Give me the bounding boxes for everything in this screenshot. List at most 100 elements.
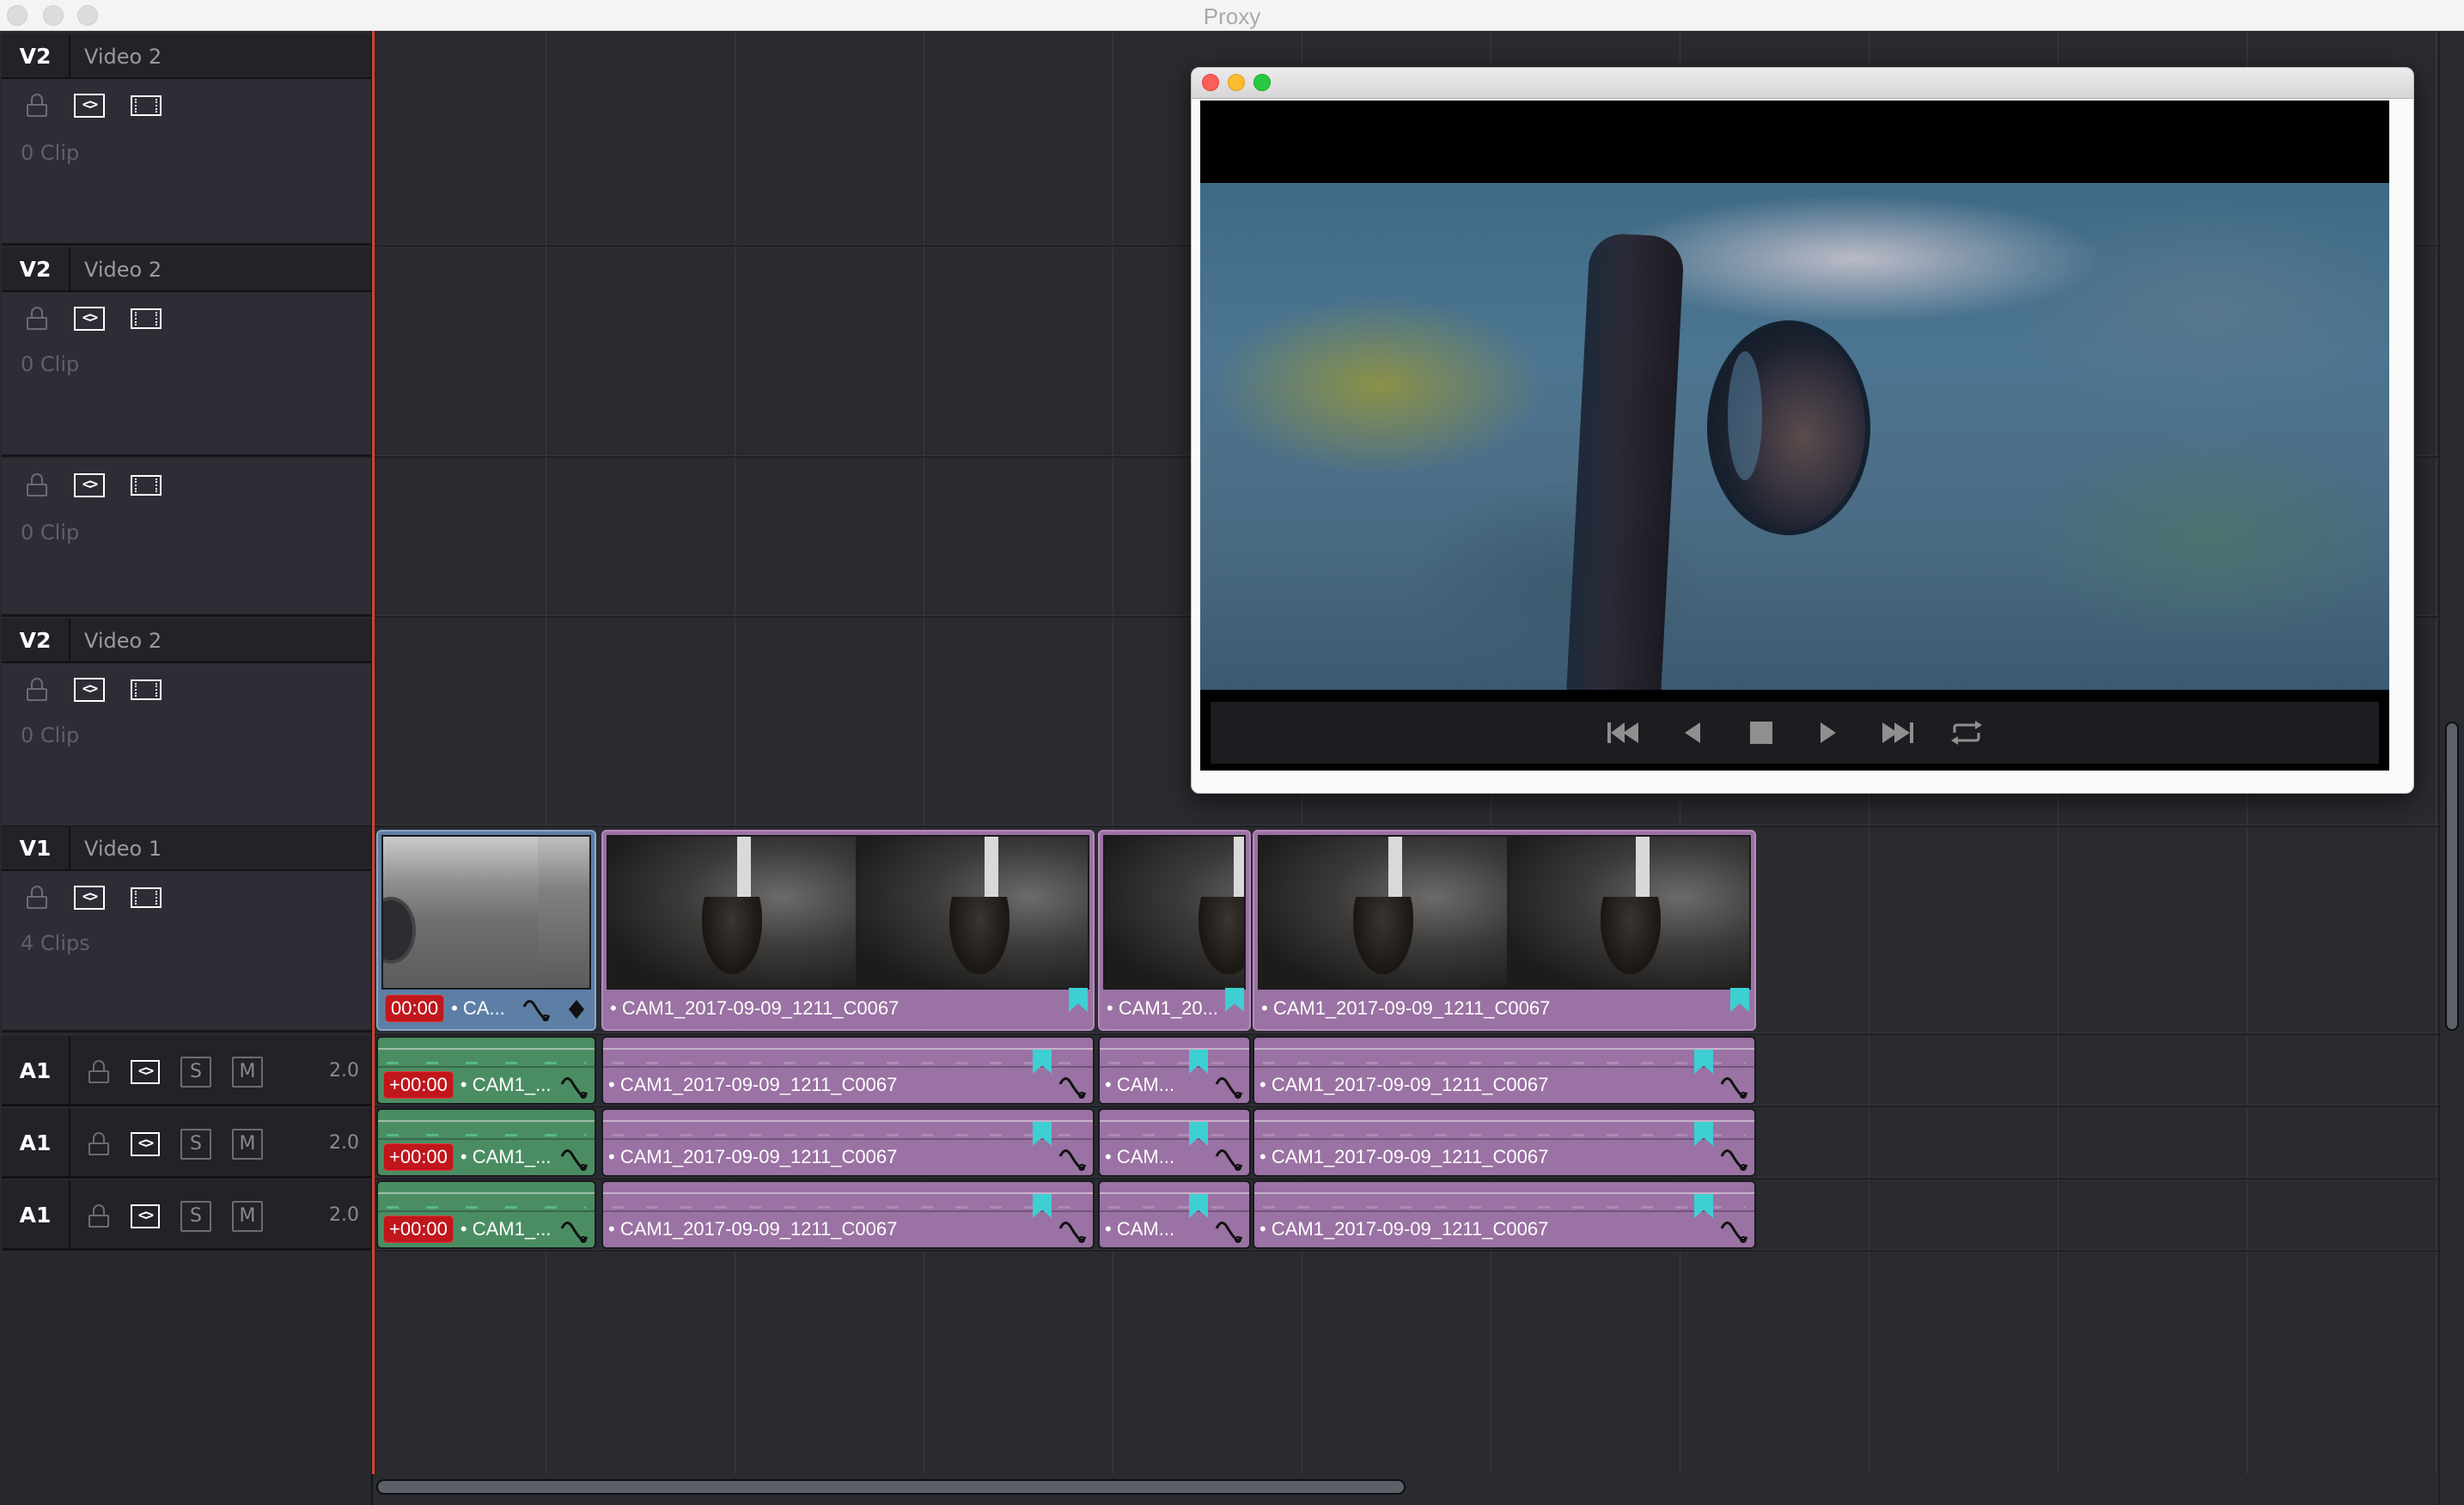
zoom-player-button[interactable] bbox=[1253, 74, 1271, 91]
skip-to-start-button[interactable] bbox=[1605, 717, 1641, 748]
curve-icon[interactable] bbox=[1720, 1074, 1749, 1100]
video-clip-3[interactable]: • CAM1_20... bbox=[1098, 830, 1251, 1031]
stop-button[interactable] bbox=[1742, 717, 1778, 748]
loop-button[interactable] bbox=[1949, 717, 1985, 748]
film-strip-icon[interactable] bbox=[131, 887, 162, 908]
video-preview-frame[interactable] bbox=[1200, 183, 2389, 690]
vertical-scrollbar[interactable] bbox=[2445, 722, 2459, 1031]
curve-icon[interactable] bbox=[1058, 1146, 1088, 1172]
mute-button[interactable]: M bbox=[232, 1129, 263, 1160]
audio-clip[interactable]: • CAM1_2017-09-09_1211_C0067 bbox=[601, 1036, 1095, 1105]
curve-icon[interactable] bbox=[1058, 1218, 1088, 1244]
timecode-badge: +00:00 bbox=[383, 1071, 454, 1099]
audio-clip[interactable]: • CAM1_2017-09-09_1211_C0067 bbox=[1253, 1180, 1756, 1249]
track-volume[interactable]: 2.0 bbox=[329, 1036, 359, 1106]
lock-icon[interactable] bbox=[88, 1060, 110, 1084]
thumbnail bbox=[538, 837, 589, 988]
audio-clip[interactable]: • CAM... bbox=[1098, 1036, 1251, 1105]
waveform bbox=[1108, 1206, 1241, 1209]
video-clip-2[interactable]: • CAM1_2017-09-09_1211_C0067 bbox=[601, 830, 1095, 1031]
skip-to-end-button[interactable] bbox=[1880, 717, 1916, 748]
curve-icon[interactable] bbox=[1720, 1218, 1749, 1244]
audio-clip[interactable]: +00:00 • CAM1_... bbox=[376, 1036, 596, 1105]
lock-icon[interactable] bbox=[88, 1132, 110, 1156]
auto-select-icon[interactable]: <> bbox=[131, 1204, 160, 1228]
waveform bbox=[1263, 1062, 1746, 1064]
lock-icon[interactable] bbox=[88, 1204, 110, 1228]
player-screen bbox=[1200, 101, 2389, 771]
curve-icon[interactable] bbox=[1215, 1074, 1244, 1100]
audio-clip[interactable]: +00:00 • CAM1_... bbox=[376, 1180, 596, 1249]
curve-icon[interactable] bbox=[522, 996, 552, 1022]
waveform bbox=[612, 1206, 1084, 1209]
curve-icon[interactable] bbox=[1215, 1218, 1244, 1244]
lock-icon[interactable] bbox=[26, 307, 48, 331]
player-title-bar[interactable] bbox=[1192, 68, 2413, 99]
track-name[interactable]: Video 2 bbox=[84, 34, 162, 79]
lock-icon[interactable] bbox=[26, 886, 48, 910]
lock-icon[interactable] bbox=[26, 678, 48, 702]
track-header-untitled[interactable]: <> 0 Clip bbox=[2, 459, 371, 617]
audio-clip[interactable]: • CAM1_2017-09-09_1211_C0067 bbox=[601, 1108, 1095, 1177]
curve-icon[interactable] bbox=[1058, 1074, 1088, 1100]
track-header-v1[interactable]: V1 Video 1 <> 4 Clips bbox=[2, 826, 371, 1033]
auto-select-icon[interactable]: <> bbox=[131, 1060, 160, 1084]
track-volume[interactable]: 2.0 bbox=[329, 1108, 359, 1179]
minimize-player-button[interactable] bbox=[1228, 74, 1245, 91]
horizontal-scrollbar[interactable] bbox=[376, 1479, 1406, 1495]
play-icon bbox=[1821, 722, 1836, 743]
preview-player-window[interactable] bbox=[1191, 67, 2414, 794]
mute-button[interactable]: M bbox=[232, 1201, 263, 1232]
auto-select-icon[interactable]: <> bbox=[74, 94, 105, 118]
film-strip-icon[interactable] bbox=[131, 308, 162, 329]
skip-forward-icon bbox=[1882, 722, 1913, 743]
auto-select-icon[interactable]: <> bbox=[74, 678, 105, 702]
audio-clip[interactable]: • CAM... bbox=[1098, 1108, 1251, 1177]
step-back-button[interactable] bbox=[1674, 717, 1710, 748]
track-header-v2-2[interactable]: V2 Video 2 <> 0 Clip bbox=[2, 247, 371, 457]
audio-clip[interactable]: +00:00 • CAM1_... bbox=[376, 1108, 596, 1177]
video-clip-4[interactable]: • CAM1_2017-09-09_1211_C0067 bbox=[1253, 830, 1756, 1031]
timecode-badge: +00:00 bbox=[383, 1143, 454, 1171]
auto-select-icon[interactable]: <> bbox=[131, 1132, 160, 1156]
audio-clip[interactable]: • CAM1_2017-09-09_1211_C0067 bbox=[1253, 1036, 1756, 1105]
curve-icon[interactable] bbox=[1215, 1146, 1244, 1172]
film-strip-icon[interactable] bbox=[131, 95, 162, 116]
auto-select-icon[interactable]: <> bbox=[74, 886, 105, 910]
film-strip-icon[interactable] bbox=[131, 679, 162, 700]
curve-icon[interactable] bbox=[560, 1218, 589, 1244]
track-header-v2-3[interactable]: V2 Video 2 <> 0 Clip bbox=[2, 618, 371, 828]
track-name[interactable]: Video 2 bbox=[84, 247, 162, 292]
lock-icon[interactable] bbox=[26, 473, 48, 497]
thumbnail bbox=[856, 837, 1088, 988]
solo-button[interactable]: S bbox=[180, 1057, 211, 1088]
play-reverse-icon bbox=[1685, 722, 1700, 743]
solo-button[interactable]: S bbox=[180, 1129, 211, 1160]
play-button[interactable] bbox=[1811, 717, 1847, 748]
audio-track-header-1[interactable]: A1 <> S M 2.0 bbox=[2, 1036, 371, 1106]
close-player-button[interactable] bbox=[1202, 74, 1219, 91]
auto-select-icon[interactable]: <> bbox=[74, 307, 105, 331]
audio-clip[interactable]: • CAM... bbox=[1098, 1180, 1251, 1249]
mute-button[interactable]: M bbox=[232, 1057, 263, 1088]
track-header-v2-1[interactable]: V2 Video 2 <> 0 Clip bbox=[2, 34, 371, 246]
film-strip-icon[interactable] bbox=[131, 475, 162, 496]
video-clip-1[interactable]: 00:00 • CA... bbox=[376, 830, 596, 1031]
solo-button[interactable]: S bbox=[180, 1201, 211, 1232]
track-name[interactable]: Video 2 bbox=[84, 618, 162, 663]
lock-icon[interactable] bbox=[26, 94, 48, 118]
waveform bbox=[1254, 1048, 1754, 1050]
auto-select-icon[interactable]: <> bbox=[74, 473, 105, 497]
audio-clip[interactable]: • CAM1_2017-09-09_1211_C0067 bbox=[1253, 1108, 1756, 1177]
waveform bbox=[603, 1192, 1093, 1194]
track-volume[interactable]: 2.0 bbox=[329, 1180, 359, 1251]
audio-track-header-2[interactable]: A1 <> S M 2.0 bbox=[2, 1108, 371, 1179]
track-name[interactable]: Video 1 bbox=[84, 826, 162, 871]
curve-icon[interactable] bbox=[560, 1074, 589, 1100]
audio-clip[interactable]: • CAM1_2017-09-09_1211_C0067 bbox=[601, 1180, 1095, 1249]
audio-track-header-3[interactable]: A1 <> S M 2.0 bbox=[2, 1180, 371, 1251]
playhead[interactable] bbox=[372, 31, 375, 1474]
waveform bbox=[1100, 1120, 1249, 1122]
curve-icon[interactable] bbox=[560, 1146, 589, 1172]
curve-icon[interactable] bbox=[1720, 1146, 1749, 1172]
